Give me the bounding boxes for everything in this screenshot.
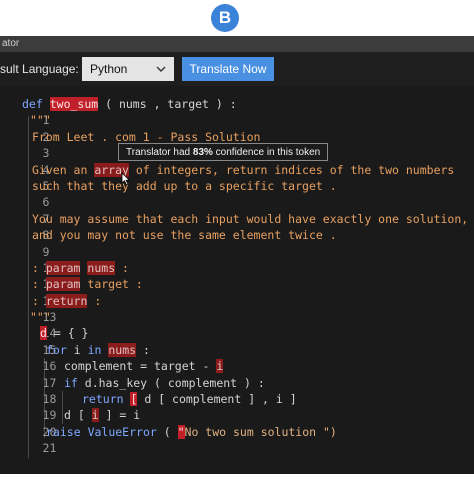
docstring-text: Given an	[32, 162, 95, 177]
highlighted-token[interactable]: d	[40, 326, 47, 341]
docstring-text: """	[30, 113, 51, 128]
keyword: for	[46, 342, 67, 357]
window-title: ator	[2, 38, 20, 49]
confidence-percent: 83%	[192, 147, 213, 158]
keyword: if	[64, 375, 78, 390]
code-line: 4	[0, 145, 57, 177]
highlighted-token[interactable]: nums	[87, 260, 116, 275]
code-line: 3 From Leet . com 1 - Pass Solution	[0, 129, 260, 160]
language-select-value: Python	[90, 62, 128, 76]
keyword: in	[87, 342, 102, 357]
code-line: 9 and you may not use the same element t…	[0, 227, 337, 258]
code-lines: 1 def two_sum ( nums , target ) : 2 """ …	[0, 96, 468, 456]
code-line: 19 return [ d [ complement ] , i ]	[42, 392, 297, 423]
code-line: 10	[0, 244, 57, 275]
line-number: 21	[42, 441, 57, 456]
string-literal: No two sum solution ")	[184, 424, 337, 439]
code-line: 2 """	[0, 112, 57, 143]
code-line: 6 such that they add up to a specific ta…	[0, 178, 337, 209]
code-line: 14 """	[0, 309, 57, 340]
window-title-bar: ator	[0, 36, 474, 52]
tooltip-text: Translator had	[126, 147, 193, 158]
docstring-text: :	[32, 260, 46, 275]
keyword: def	[22, 97, 43, 111]
docstring-text: You may assume that each input would hav…	[32, 211, 469, 226]
docstring-text: :	[32, 277, 46, 292]
code-line: 18 if d.has_key ( complement ) :	[42, 375, 265, 407]
docstring-text: of integers, return indices of the two n…	[128, 162, 455, 177]
code-line: 15 d = { }	[40, 326, 89, 357]
docstring-text: From Leet . com 1 - Pass Solution	[32, 129, 261, 144]
keyword: return	[82, 392, 124, 407]
code-line: 11 : param nums :	[0, 260, 129, 291]
toolbar: sult Language: Python Translate Now	[0, 52, 474, 86]
docstring-text: such that they add up to a specific targ…	[32, 178, 337, 193]
step-badge: B	[211, 4, 239, 32]
language-label: Language:	[22, 62, 79, 76]
highlighted-token[interactable]: "	[177, 424, 185, 439]
tooltip-text: confidence in this token	[212, 147, 321, 158]
code-line: 20 d [ i ] = i	[42, 408, 141, 439]
highlighted-token[interactable]: i	[216, 359, 224, 374]
keyword: raise	[46, 424, 81, 439]
code-line: 1 def two_sum ( nums , target ) :	[0, 96, 237, 127]
code-line: 16 for i in nums :	[42, 342, 150, 374]
exception-name: ValueError	[87, 424, 157, 439]
highlighted-token[interactable]: two_sum	[49, 97, 99, 111]
result-label: sult	[0, 62, 19, 76]
docstring-text: """	[30, 310, 51, 325]
code-line: 17 complement = target - i	[42, 359, 224, 390]
language-select[interactable]: Python	[82, 57, 174, 81]
code-line: 8 You may assume that each input would h…	[0, 211, 468, 242]
code-line: 12 : param target :	[0, 276, 143, 308]
code-line: 7	[0, 194, 57, 226]
highlighted-token[interactable]: i	[91, 408, 99, 423]
code-text: ( nums , target ) :	[98, 97, 237, 111]
highlighted-token[interactable]: return	[45, 293, 88, 308]
code-line: 13 : return :	[32, 293, 102, 325]
mouse-pointer-icon	[121, 172, 131, 186]
highlighted-token[interactable]: nums	[108, 342, 137, 357]
highlighted-token[interactable]: param	[45, 260, 81, 275]
code-line: 5 Given an array of integers, return ind…	[0, 162, 454, 193]
docstring-text: and you may not use the same element twi…	[32, 228, 337, 243]
translate-now-button[interactable]: Translate Now	[182, 57, 274, 81]
confidence-tooltip: Translator had 83% confidence in this to…	[118, 143, 328, 161]
highlighted-token[interactable]: param	[45, 277, 81, 292]
code-line: 21 raise ValueError ( "No two sum soluti…	[42, 424, 337, 456]
toolbar-labels: sult Language:	[0, 62, 79, 76]
docstring-text: :	[32, 293, 46, 308]
indent-guide	[62, 391, 63, 424]
